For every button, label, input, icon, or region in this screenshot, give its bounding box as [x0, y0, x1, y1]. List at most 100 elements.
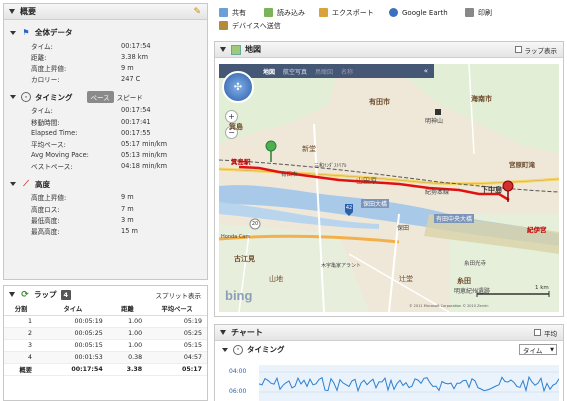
table-header-row: 分割 タイム 距離 平均ペース [4, 303, 207, 316]
map-icon [231, 44, 241, 55]
stat-row: Avg Moving Pace: 05:13 min/km [31, 151, 167, 160]
table-row[interactable]: 3 00:05:15 1.00 05:15 [4, 339, 207, 353]
pace-toggle[interactable]: ペース [86, 91, 114, 104]
send-to-device-button[interactable]: デバイスへ送信 [219, 20, 281, 31]
laps-panel: ⟳ ラップ 4 スプリット表示 分割 タイム 距離 平均ペース 1 00:05:1… [3, 285, 208, 401]
export-button[interactable]: エクスポート [319, 7, 374, 18]
overview-panel: 概要 ✎ ⚑ 全体データ タイム: 00:17:54 距離: 3.38 km 高度上… [3, 3, 208, 280]
chart-axis-select[interactable]: タイム ▼ [519, 344, 557, 355]
collapse-triangle-icon[interactable] [220, 330, 226, 335]
y-tick-label: 04:00 [229, 368, 247, 375]
stat-row: 平均ペース: 05:17 min/km [31, 139, 167, 149]
map-label: 箕島 [229, 123, 243, 131]
stat-row: 最低高度: 3 m [31, 215, 134, 225]
pace-chart[interactable]: 04:00 06:00 [221, 365, 559, 401]
map-label: 箕島駅 [231, 158, 251, 166]
collapse-triangle-icon[interactable] [9, 9, 15, 14]
map-label: 木宇亀家アラント [321, 263, 362, 269]
device-icon [219, 21, 228, 30]
overview-title: 概要 [20, 7, 36, 16]
scale-label: 1 km [535, 285, 549, 291]
timing-title: タイミング [35, 92, 73, 102]
table-row[interactable]: 4 00:01:53 0.38 04:57 [4, 351, 207, 365]
map-view[interactable]: 地図 航空写真 鳥瞰図 名称 « ✣ + − 海南市 有田市 明神山 箕島 新堂… [219, 64, 559, 312]
stat-row: 高度ロス: 7 m [31, 204, 134, 214]
checkbox-icon [534, 329, 541, 336]
map-label: 山地 [269, 275, 283, 283]
map-label: 保田大橋 [361, 199, 390, 208]
stat-row: 最高高度: 15 m [31, 227, 138, 237]
tab-birdseye[interactable]: 鳥瞰図 [315, 67, 333, 76]
map-label: 紀伊宮 [527, 226, 547, 234]
stat-row: 距離: 3.38 km [31, 52, 149, 62]
timing-chart-header[interactable]: · タイミング タイム ▼ [215, 341, 563, 358]
map-header[interactable]: 地図 ラップ表示 [215, 42, 563, 58]
elevation-title: 高度 [35, 179, 50, 189]
landmark-icon [435, 109, 441, 115]
collapse-triangle-icon[interactable] [10, 30, 16, 35]
map-panel: 地図 ラップ表示 地図 航空写真 鳥瞰図 名称 « ✣ + − 海南市 有田市 … [214, 41, 564, 317]
stat-row: ベストペース: 04:18 min/km [31, 162, 167, 172]
import-button[interactable]: 読み込み [264, 7, 305, 18]
y-tick-label: 06:00 [229, 388, 247, 395]
collapse-triangle-icon[interactable] [222, 347, 228, 352]
laps-header[interactable]: ⟳ ラップ 4 スプリット表示 [4, 286, 207, 303]
table-row[interactable]: 2 00:05:25 1.00 05:25 [4, 327, 207, 340]
printer-icon [465, 8, 474, 17]
share-button[interactable]: 共有 [219, 7, 246, 18]
map-label: 下中島 [481, 186, 502, 194]
table-row[interactable]: 1 00:05:19 1.00 05:19 [4, 315, 207, 328]
average-checkbox[interactable]: 平均 [534, 328, 557, 338]
chart-header[interactable]: チャート 平均 [215, 325, 563, 341]
tab-aerial[interactable]: 航空写真 [283, 67, 307, 76]
map-label: 明恵紀州遺跡 [454, 288, 491, 295]
map-label: 有田市 [369, 98, 390, 106]
map-copyright: © 2011 Microsoft Corporation © 2010 Zenr… [409, 304, 489, 308]
stat-row: 高度上昇値: 9 m [31, 193, 134, 203]
edit-pencil-icon[interactable]: ✎ [193, 7, 201, 17]
elevation-section: ⟋ 高度 高度上昇値: 9 m 高度ロス: 7 m 最低高度: 3 m 最高高度: 15… [4, 177, 207, 237]
collapse-triangle-icon[interactable] [10, 182, 16, 187]
google-earth-button[interactable]: Google Earth [389, 7, 448, 18]
collapse-triangle-icon[interactable] [9, 292, 15, 297]
stat-row: 移動時間: 00:17:41 [31, 117, 151, 127]
stat-row: Elapsed Time: 00:17:55 [31, 128, 151, 137]
map-label: 新堂 [302, 145, 316, 153]
collapse-arrows-icon[interactable]: « [424, 67, 428, 75]
stat-row: 高度上昇値: 9 m [31, 63, 134, 73]
collapse-triangle-icon[interactable] [220, 47, 226, 52]
timing-section: · タイミング ペース スピード タイム: 00:17:54 移動時間: 00:17… [4, 90, 207, 172]
overall-title: 全体データ [35, 28, 73, 37]
export-icon [319, 8, 328, 17]
elevation-chart-icon: ⟋ [23, 179, 29, 189]
map-title: 地図 [245, 45, 261, 54]
map-navigation-control[interactable]: ✣ [222, 71, 254, 103]
stat-row: カロリー: 247 C [31, 75, 141, 85]
laps-table: 分割 タイム 距離 平均ペース 1 00:05:19 1.00 05:19 2 00:0… [4, 303, 207, 377]
chart-title: チャート [231, 328, 263, 337]
bing-logo: bing [225, 288, 253, 303]
map-label: 海南市 [471, 95, 492, 103]
map-label: 糸田光寺 [464, 261, 487, 267]
split-view-link[interactable]: スプリット表示 [156, 290, 202, 300]
route-20-label: 20 [251, 221, 259, 227]
lap-display-checkbox[interactable]: ラップ表示 [514, 45, 557, 55]
collapse-triangle-icon[interactable] [10, 95, 16, 100]
lap-count-badge: 4 [60, 289, 72, 300]
stopwatch-icon: · [21, 92, 31, 103]
map-label: 保田 [397, 225, 410, 232]
map-label: Honda Cars [221, 234, 251, 240]
map-label: 有田中央大橋 [434, 214, 475, 223]
overview-header[interactable]: 概要 ✎ [4, 4, 207, 20]
table-total-row: 概要 00:17:54 3.38 05:17 [4, 363, 207, 377]
map-label: 山田原 [356, 177, 377, 185]
tab-map[interactable]: 地図 [263, 67, 275, 76]
map-label: 紀勢本線 [425, 189, 450, 196]
import-icon [264, 8, 273, 17]
print-button[interactable]: 印刷 [465, 7, 492, 18]
map-label: 辻堂 [399, 275, 413, 283]
chart-panel: チャート 平均 · タイミング タイム ▼ 04:00 06:00 [214, 324, 564, 401]
tab-labels[interactable]: 名称 [341, 67, 353, 76]
speed-toggle[interactable]: スピード [117, 92, 143, 102]
pace-line-chart [259, 365, 559, 401]
